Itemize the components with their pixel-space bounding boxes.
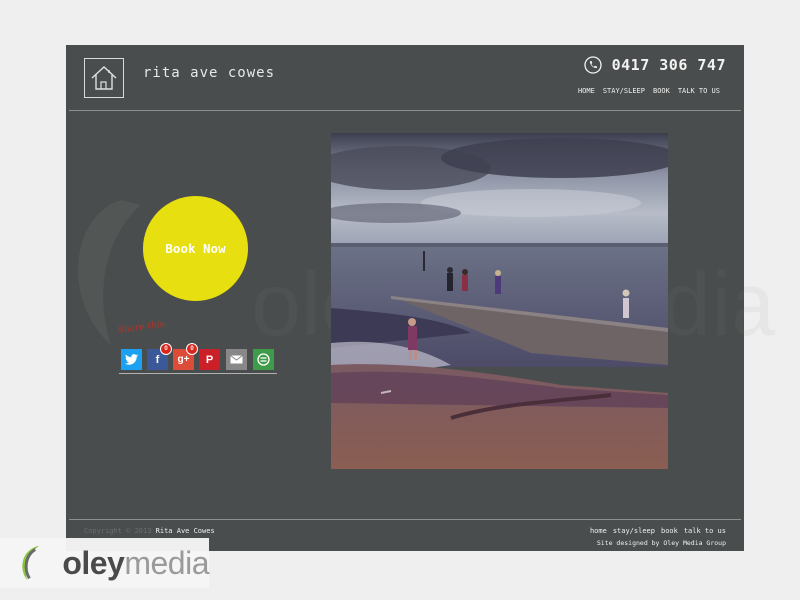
share-label: Share this: [117, 319, 168, 336]
facebook-share-count: 0 [160, 343, 172, 355]
beach-jetty-photo [331, 133, 668, 469]
sharethis-share-button[interactable] [253, 349, 274, 370]
pinterest-share-button[interactable]: P [199, 349, 220, 370]
google-plus-share-button[interactable]: g+ 0 [173, 343, 198, 370]
house-icon [91, 66, 117, 90]
footer-nav-home[interactable]: home [590, 527, 607, 535]
main-nav: HOME STAY/SLEEP BOOK TALK TO US [578, 87, 720, 95]
designer-credit: Site designed by Oley Media Group [596, 539, 726, 547]
footer-nav-book[interactable]: book [661, 527, 678, 535]
google-plus-icon: g+ [177, 354, 190, 365]
nav-talk-to-us[interactable]: TALK TO US [678, 87, 720, 95]
nav-stay-sleep[interactable]: STAY/SLEEP [603, 87, 645, 95]
sharethis-icon [257, 353, 270, 366]
hero-photo [331, 133, 668, 469]
oley-media-wordmark: oleymedia [62, 545, 209, 582]
copyright-year: Copyright © 2013 [84, 527, 152, 535]
footer-nav-talk-to-us[interactable]: talk to us [684, 527, 726, 535]
google-plus-share-count: 0 [186, 343, 198, 355]
header-divider [69, 110, 741, 111]
facebook-share-button[interactable]: f 0 [147, 343, 172, 370]
copyright-text: Copyright © 2013 Rita Ave Cowes [84, 527, 215, 535]
leaf-icon [22, 545, 40, 581]
copyright-owner: Rita Ave Cowes [155, 527, 215, 535]
phone-block: 0417 306 747 [583, 56, 726, 74]
footer-nav-stay-sleep[interactable]: stay/sleep [613, 527, 655, 535]
site-title: rita ave cowes [143, 65, 276, 81]
wordmark-media: media [124, 544, 209, 581]
pinterest-icon: P [205, 353, 214, 366]
phone-icon [583, 56, 602, 74]
facebook-icon: f [155, 353, 160, 366]
share-bar: f 0 g+ 0 P [119, 343, 277, 374]
book-now-button[interactable]: Book Now [143, 196, 248, 301]
wordmark-oley: oley [62, 544, 125, 581]
phone-number: 0417 306 747 [611, 56, 726, 74]
nav-home[interactable]: HOME [578, 87, 595, 95]
twitter-share-button[interactable] [121, 349, 142, 370]
nav-book[interactable]: BOOK [653, 87, 670, 95]
email-icon [230, 355, 243, 364]
oley-media-logo: oleymedia [0, 538, 209, 588]
email-share-button[interactable] [226, 349, 247, 370]
twitter-icon [125, 354, 138, 365]
website-frame: oley media rita ave cowes 0417 306 747 H… [66, 45, 744, 551]
home-logo-link[interactable] [84, 58, 124, 98]
footer-nav: home stay/sleep book talk to us [590, 527, 726, 535]
footer-divider [69, 519, 741, 520]
